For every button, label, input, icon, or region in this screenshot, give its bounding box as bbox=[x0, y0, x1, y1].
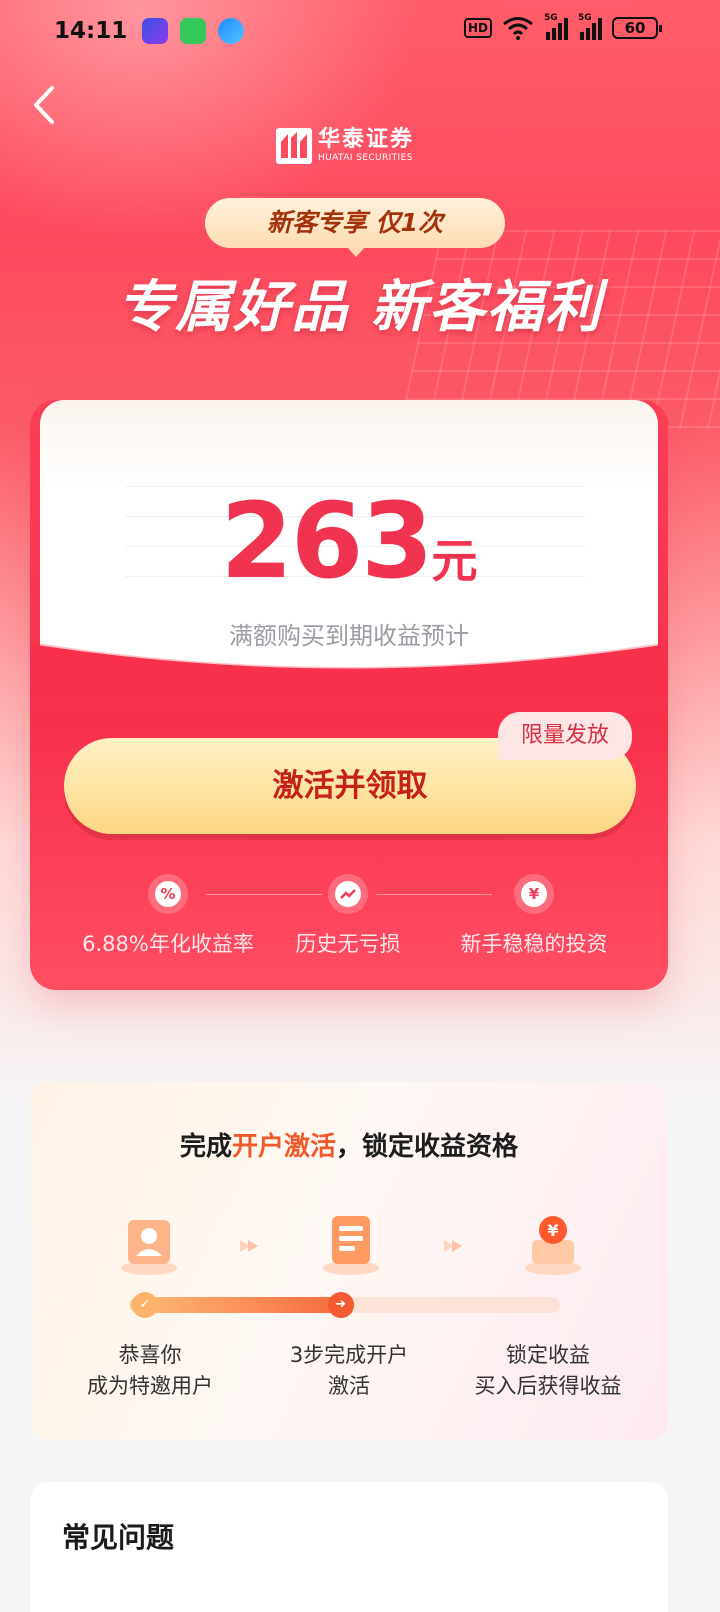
feature-item: 历史无亏损 bbox=[242, 874, 454, 958]
reward-amount-description: 满额购买到期收益预计 bbox=[229, 622, 469, 650]
chart-up-icon bbox=[328, 874, 368, 914]
feature-label: 历史无亏损 bbox=[295, 932, 401, 956]
wifi-icon bbox=[503, 17, 533, 40]
status-bar: 14:11 HD 5G 5G 60 bbox=[0, 0, 720, 64]
message-notification-icon bbox=[180, 18, 206, 44]
back-icon[interactable] bbox=[26, 82, 66, 128]
faq-section: 常见问题 bbox=[30, 1482, 668, 1612]
brand-logo: 华泰证券 HUATAI SECURITIES bbox=[276, 128, 414, 164]
feature-item: ¥ 新手稳稳的投资 bbox=[428, 874, 640, 958]
status-time: 14:11 bbox=[54, 18, 128, 44]
running-icon: ➜ bbox=[327, 1292, 354, 1318]
faq-title: 常见问题 bbox=[62, 1521, 175, 1554]
signal-icon: 5G bbox=[544, 13, 568, 40]
reward-card: 263元 满额购买到期收益预计 限量发放 激活并领取 % 6.88%年化收益率 … bbox=[30, 400, 668, 990]
steps-title: 完成开户激活，锁定收益资格 bbox=[179, 1132, 519, 1162]
step-arrow-icon bbox=[240, 1240, 258, 1252]
reward-amount: 263元 bbox=[30, 480, 668, 602]
promo-tag: 新客专享 仅1次 bbox=[205, 198, 505, 257]
app-notification-icon bbox=[142, 18, 168, 44]
signal-icon-2: 5G bbox=[578, 13, 602, 40]
reward-amount-value: 263 bbox=[220, 480, 433, 602]
svg-text:¥: ¥ bbox=[547, 1221, 558, 1240]
step-arrow-icon bbox=[444, 1240, 462, 1252]
brand-name-cn: 华泰证券 bbox=[318, 127, 415, 152]
steps-title-highlight: 开户激活 bbox=[231, 1132, 336, 1162]
activation-steps-panel: 完成开户激活，锁定收益资格 ¥ ✓ ➜ 恭喜你 成为特邀用户 3步完成开户 激活… bbox=[30, 1082, 668, 1440]
step-label: 3步完成开户 激活 bbox=[289, 1343, 409, 1398]
percent-icon: % bbox=[148, 874, 188, 914]
user-card-icon bbox=[121, 1220, 177, 1275]
form-icon bbox=[323, 1216, 379, 1275]
hd-voice-icon: HD bbox=[463, 18, 492, 38]
huatai-logo-icon bbox=[276, 128, 312, 164]
browser-notification-icon bbox=[218, 18, 244, 44]
promo-headline: 专属好品 新客福利 bbox=[117, 275, 603, 340]
check-icon: ✓ bbox=[132, 1292, 158, 1318]
activation-progress: ✓ ➜ bbox=[130, 1292, 560, 1318]
step-label: 锁定收益 买入后获得收益 bbox=[474, 1343, 622, 1398]
brand-name-en: HUATAI SECURITIES bbox=[318, 153, 413, 163]
yuan-coin-icon: ¥ bbox=[525, 1216, 581, 1275]
money-bag-icon: ¥ bbox=[514, 874, 554, 914]
feature-label: 新手稳稳的投资 bbox=[460, 932, 608, 956]
reward-amount-unit: 元 bbox=[431, 534, 478, 588]
battery-icon: 60 bbox=[612, 17, 662, 39]
activation-progress-fill bbox=[130, 1297, 354, 1313]
limited-badge: 限量发放 bbox=[498, 712, 632, 760]
step-label: 恭喜你 成为特邀用户 bbox=[87, 1343, 213, 1398]
feature-list: % 6.88%年化收益率 历史无亏损 ¥ 新手稳稳的投资 bbox=[30, 874, 668, 964]
